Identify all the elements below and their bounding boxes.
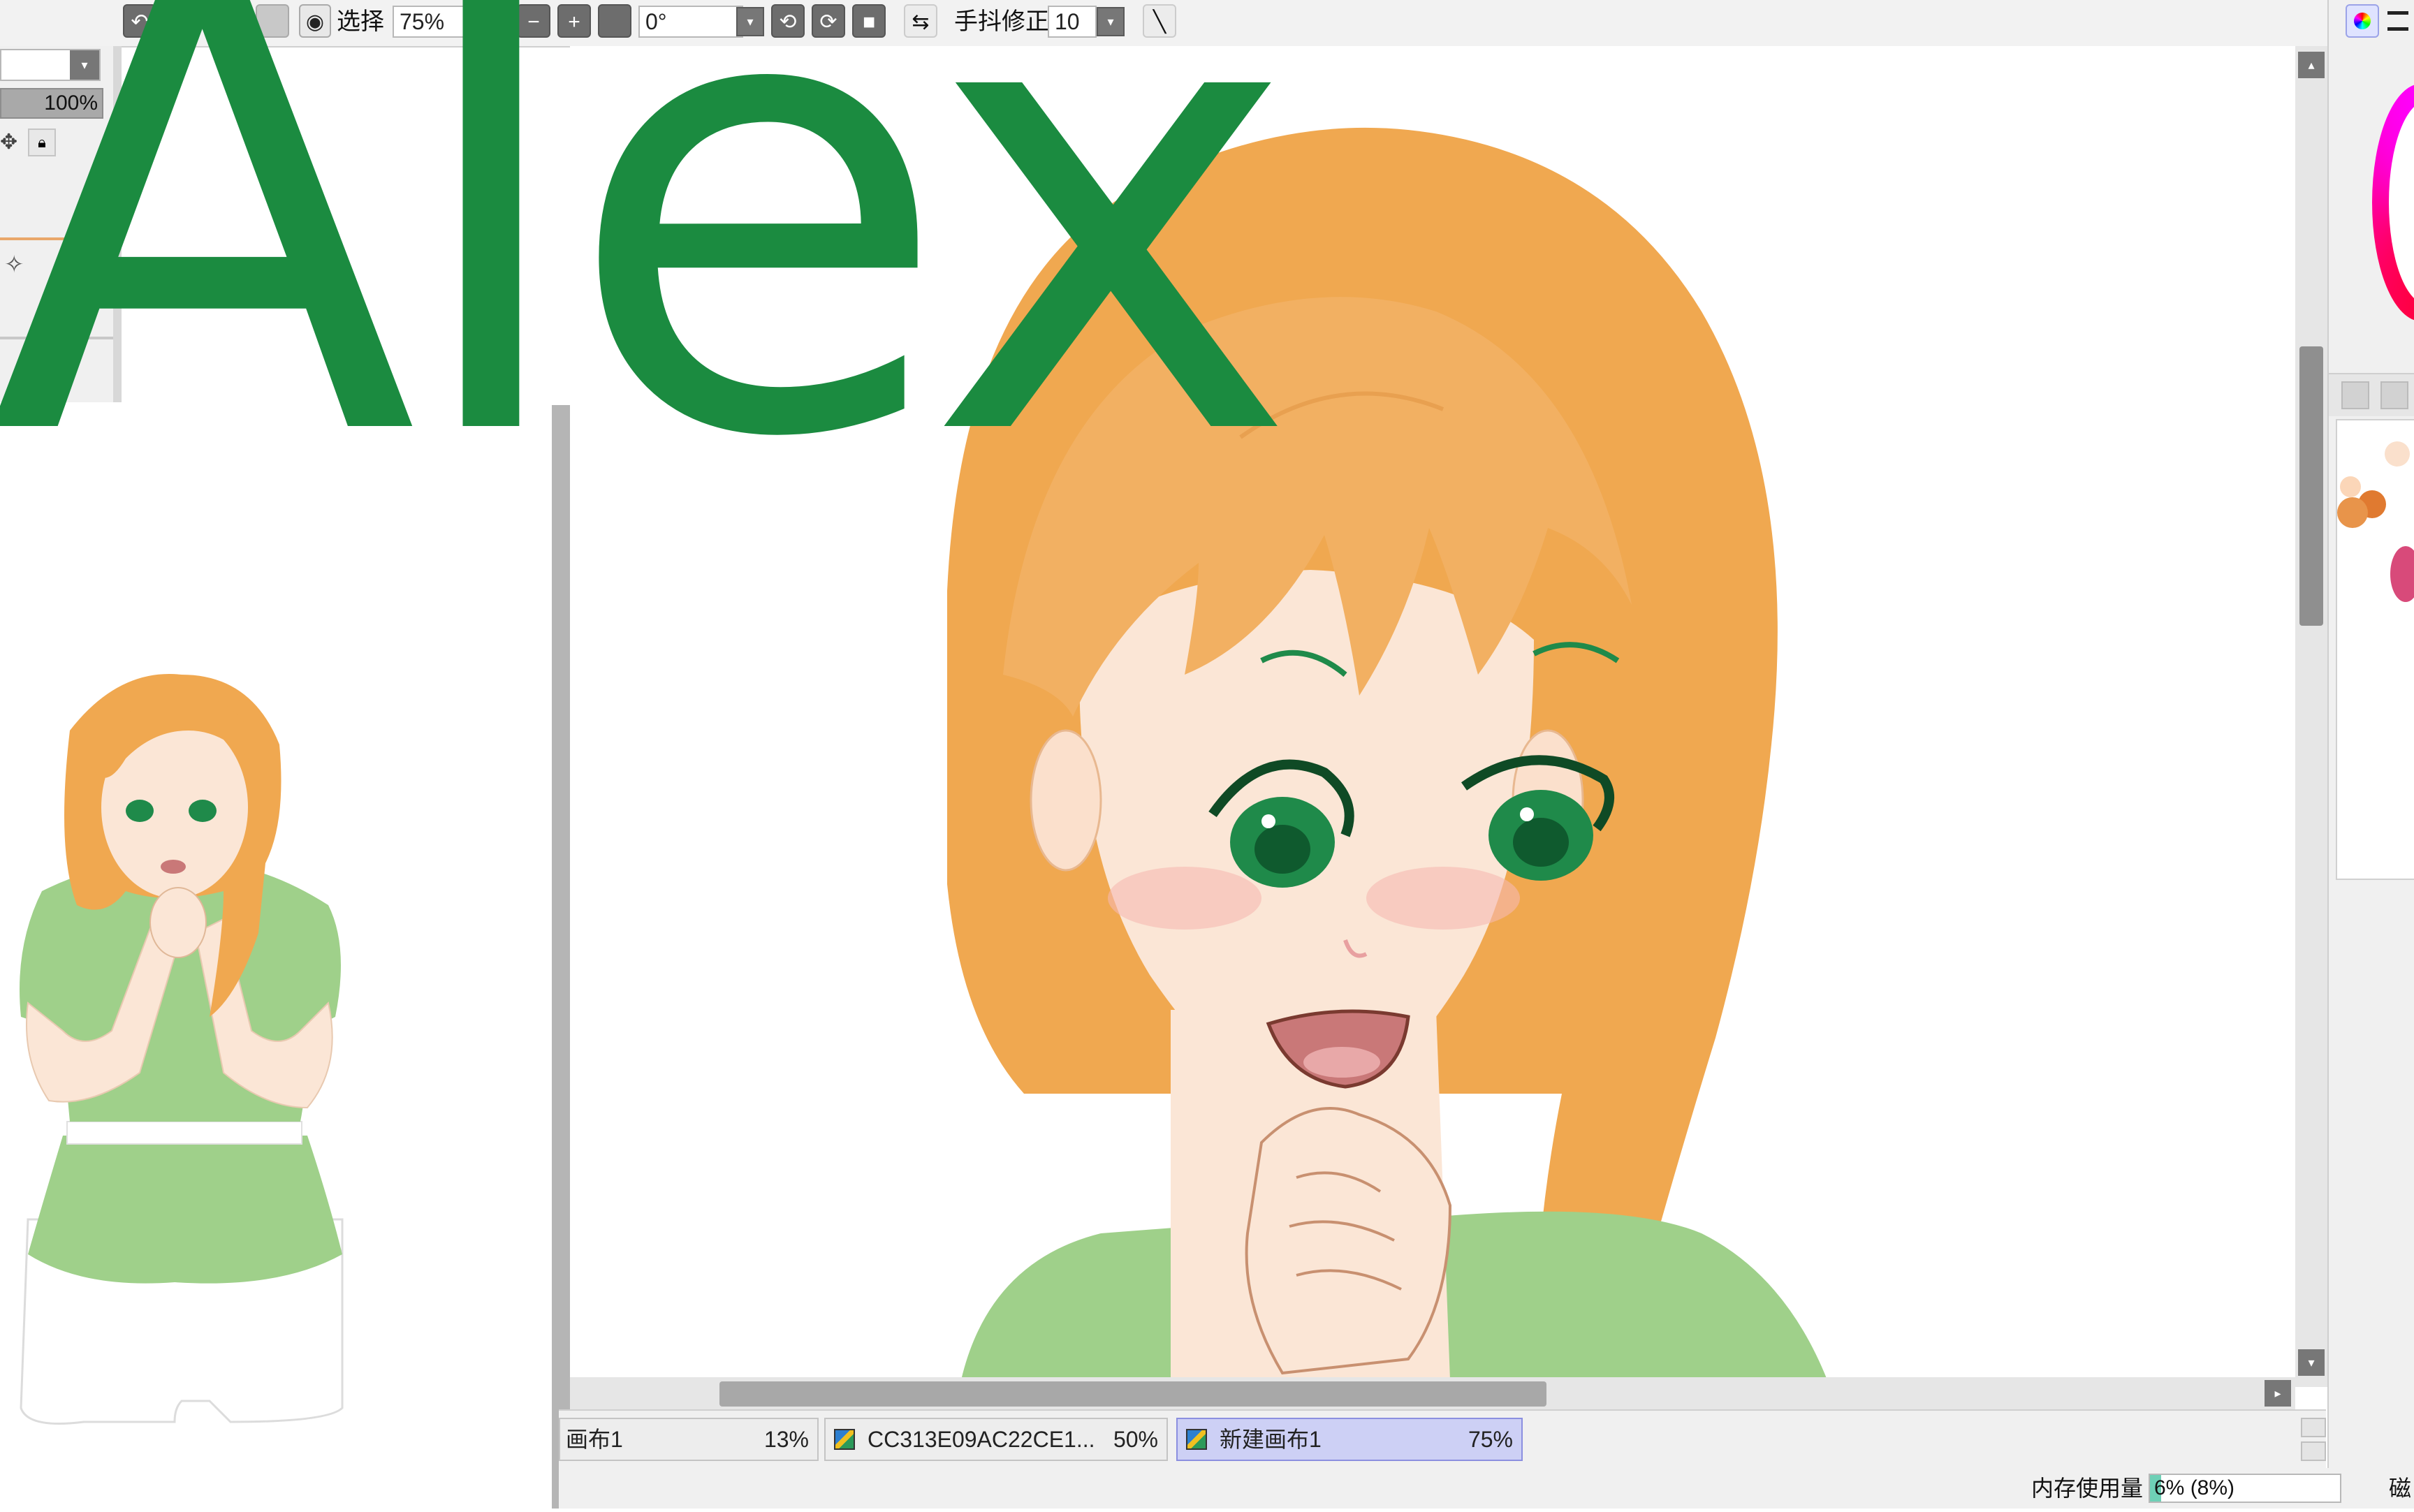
overlay-title: Alex — [0, 0, 1298, 575]
memory-usage-meter: 6% (8%) — [2149, 1474, 2341, 1503]
color-swatch[interactable] — [2385, 441, 2410, 467]
scroll-up-icon[interactable]: ▴ — [2298, 52, 2325, 78]
doc-tab-canvas1[interactable]: 画布1 13% — [559, 1418, 819, 1461]
swatch-toolbar — [2329, 373, 2414, 416]
doc-tab-zoom: 50% — [1113, 1427, 1158, 1452]
memory-usage-label: 内存使用量 — [2031, 1476, 2144, 1501]
canvas-file-icon — [1186, 1429, 1207, 1450]
doc-tab-label: 画布1 — [566, 1427, 623, 1452]
memory-usage-value: 6% (8%) — [2154, 1476, 2235, 1499]
status-bar: 内存使用量 6% (8%) 磁 — [559, 1468, 2414, 1509]
tab-scroll-up-icon[interactable] — [2301, 1418, 2326, 1437]
color-swatch[interactable] — [2337, 497, 2368, 528]
doc-tab-zoom: 13% — [763, 1427, 809, 1452]
doc-tab-new-canvas[interactable]: 新建画布1 75% — [1176, 1418, 1523, 1461]
color-panel — [2327, 0, 2414, 1468]
scroll-down-icon[interactable]: ▾ — [2298, 1349, 2325, 1376]
color-swatch[interactable] — [2390, 546, 2414, 602]
horizontal-scrollbar[interactable]: ▸ — [570, 1377, 2295, 1409]
canvas-file-icon — [834, 1429, 855, 1450]
document-tabs: 画布1 13% CC313E09AC22CE1... 50% 新建画布1 75% — [559, 1409, 2326, 1469]
doc-tab-zoom: 75% — [1468, 1427, 1513, 1452]
vertical-scrollbar[interactable]: ▴ ▾ — [2295, 46, 2327, 1387]
color-swatch[interactable] — [2340, 476, 2361, 497]
swatch-undo-icon[interactable] — [2341, 381, 2369, 409]
swatch-redo-icon[interactable] — [2380, 381, 2408, 409]
color-wheel[interactable] — [2372, 84, 2414, 321]
doc-tab-label: 新建画布1 — [1220, 1427, 1322, 1452]
doc-tab-cc313e09[interactable]: CC313E09AC22CE1... 50% — [824, 1418, 1168, 1461]
horizontal-scroll-thumb[interactable] — [719, 1381, 1546, 1407]
scroll-right-icon[interactable]: ▸ — [2265, 1380, 2291, 1407]
disk-usage-label: 磁 — [2389, 1476, 2412, 1501]
tab-scroll-down-icon[interactable] — [2301, 1441, 2326, 1461]
menu-icon[interactable] — [2387, 11, 2408, 31]
doc-tab-label: CC313E09AC22CE1... — [868, 1427, 1095, 1452]
vertical-scroll-thumb[interactable] — [2299, 346, 2323, 626]
color-wheel-tab-icon[interactable] — [2346, 4, 2379, 38]
scratchpad[interactable] — [2336, 419, 2414, 880]
